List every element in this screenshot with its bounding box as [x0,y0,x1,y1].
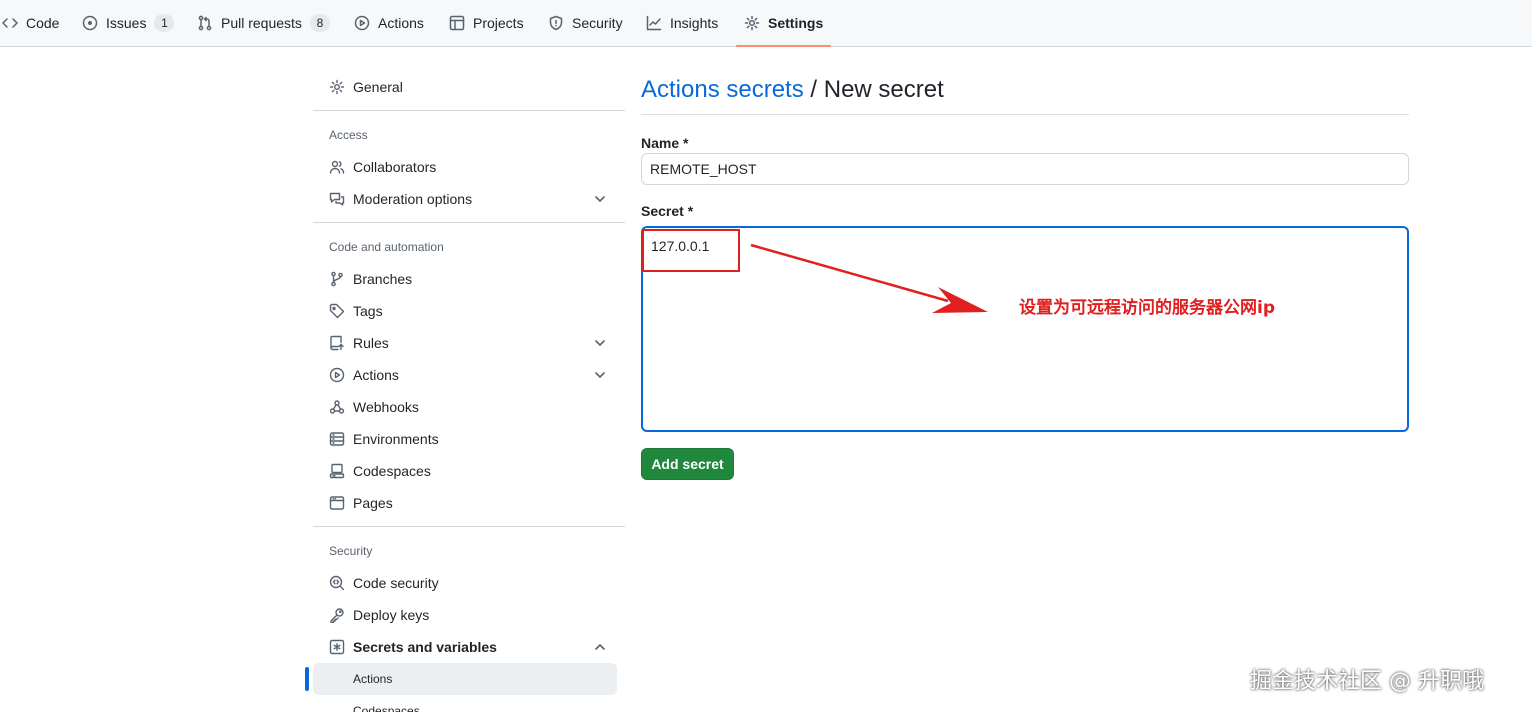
browser-icon [329,496,345,510]
tab-projects-label: Projects [473,15,524,31]
sidebar-item-label: Code security [353,575,439,591]
tab-pull-requests-label: Pull requests [221,15,302,31]
watermark: 掘金技术社区 @ 升职哦 [1250,669,1484,694]
chevron-up-icon[interactable] [593,640,607,654]
gear-icon [329,79,345,95]
codespaces-icon [329,463,345,479]
sidebar-item-environments[interactable]: Environments [313,423,617,455]
secret-value-textarea[interactable]: 127.0.0.1 [641,226,1409,432]
key-icon [330,608,344,623]
sidebar-item-moderation-options[interactable]: Moderation options [313,183,617,215]
pull-requests-count-badge: 8 [309,14,330,32]
git-pull-request-icon [198,15,212,31]
server-icon [329,432,345,446]
sidebar-item-deploy-keys[interactable]: Deploy keys [313,599,617,631]
sidebar-item-secrets-and-variables[interactable]: Secrets and variables [313,631,617,663]
sidebar-subitem-label: Actions [353,672,393,686]
chevron-down-icon[interactable] [593,336,607,350]
tab-pull-requests[interactable]: Pull requests 8 [197,0,330,46]
chevron-down-icon[interactable] [593,192,607,206]
page-title-rest: / New secret [803,76,944,103]
sidebar-subitem-label: Codespaces [353,704,420,712]
annotation-text: 设置为可远程访问的服务器公网ip [1019,298,1275,318]
sidebar-item-label: Deploy keys [353,607,430,623]
sidebar-item-label: Actions [353,367,399,383]
add-secret-button[interactable]: Add secret [641,448,734,480]
sidebar-item-label: Webhooks [353,399,419,415]
sidebar-item-label: Rules [353,335,389,351]
sidebar-divider [313,110,625,111]
sidebar-item-label: General [353,79,403,95]
secret-name-input[interactable] [641,153,1409,185]
people-icon [329,160,345,174]
sidebar-item-branches[interactable]: Branches [313,263,617,295]
sidebar-item-label: Branches [353,271,413,287]
sidebar-item-rules[interactable]: Rules [313,327,617,359]
issues-count-badge: 1 [154,14,175,32]
tab-code-label: Code [26,15,60,31]
tab-security-label: Security [572,15,623,31]
repo-push-icon [330,335,344,351]
tab-code[interactable]: Code [2,0,59,46]
sidebar-subitem-actions[interactable]: Actions [305,663,617,695]
sidebar-heading-security: Security [329,544,373,558]
tab-projects[interactable]: Projects [449,0,524,46]
sidebar-item-codespaces[interactable]: Codespaces [313,455,617,487]
gear-icon [744,15,760,31]
tab-actions-label: Actions [378,15,424,31]
sidebar-item-actions[interactable]: Actions [313,359,617,391]
repo-nav: Code Issues 1 Pull requests 8 Actions Pr… [0,0,1532,47]
sidebar-item-code-security[interactable]: Code security [313,567,617,599]
webhook-icon [329,400,345,414]
sidebar-item-label: Codespaces [353,463,431,479]
git-branch-icon [331,271,343,287]
tab-security[interactable]: Security [548,0,623,46]
sidebar-divider [313,526,625,527]
tab-insights[interactable]: Insights [646,0,718,46]
secret-label: Secret * [641,203,694,219]
table-icon [449,15,465,31]
title-divider [641,114,1409,115]
sidebar-heading-access: Access [329,128,368,142]
breadcrumb-actions-secrets-link[interactable]: Actions secrets [641,76,804,103]
sidebar-item-webhooks[interactable]: Webhooks [313,391,617,423]
tab-insights-label: Insights [670,15,719,31]
tab-settings-label: Settings [768,15,824,31]
chevron-down-icon[interactable] [593,368,607,382]
tab-issues-label: Issues [106,15,147,31]
sidebar-item-collaborators[interactable]: Collaborators [313,151,617,183]
sidebar-item-pages[interactable]: Pages [313,487,617,519]
sidebar-item-label: Collaborators [353,159,437,175]
sidebar-item-general[interactable]: General [313,71,617,103]
shield-icon [549,15,563,31]
name-label: Name * [641,135,689,151]
sidebar-item-label: Tags [353,303,383,319]
sidebar-item-tags[interactable]: Tags [313,295,617,327]
key-asterisk-icon [329,639,345,655]
issue-opened-icon [82,15,98,31]
tag-icon [329,303,345,319]
sidebar-item-label: Pages [353,495,393,511]
sidebar-item-label: Moderation options [353,191,473,207]
sidebar-item-label: Environments [353,431,439,447]
page-title: Actions secrets / New secret [641,76,944,104]
sidebar-item-label: Secrets and variables [353,639,497,655]
sidebar-divider [313,222,625,223]
code-icon [2,18,18,28]
sidebar-subitem-codespaces[interactable]: Codespaces [313,695,617,712]
sidebar-heading-code-automation: Code and automation [329,240,444,254]
play-icon [354,15,370,31]
tab-actions[interactable]: Actions [354,0,424,46]
graph-icon [646,15,662,31]
tab-issues[interactable]: Issues 1 [82,0,175,46]
comment-discussion-icon [329,192,345,206]
play-icon [329,367,345,383]
annotation-highlight-box [642,229,740,272]
codescan-icon [329,575,345,591]
tab-settings[interactable]: Settings [735,0,832,47]
